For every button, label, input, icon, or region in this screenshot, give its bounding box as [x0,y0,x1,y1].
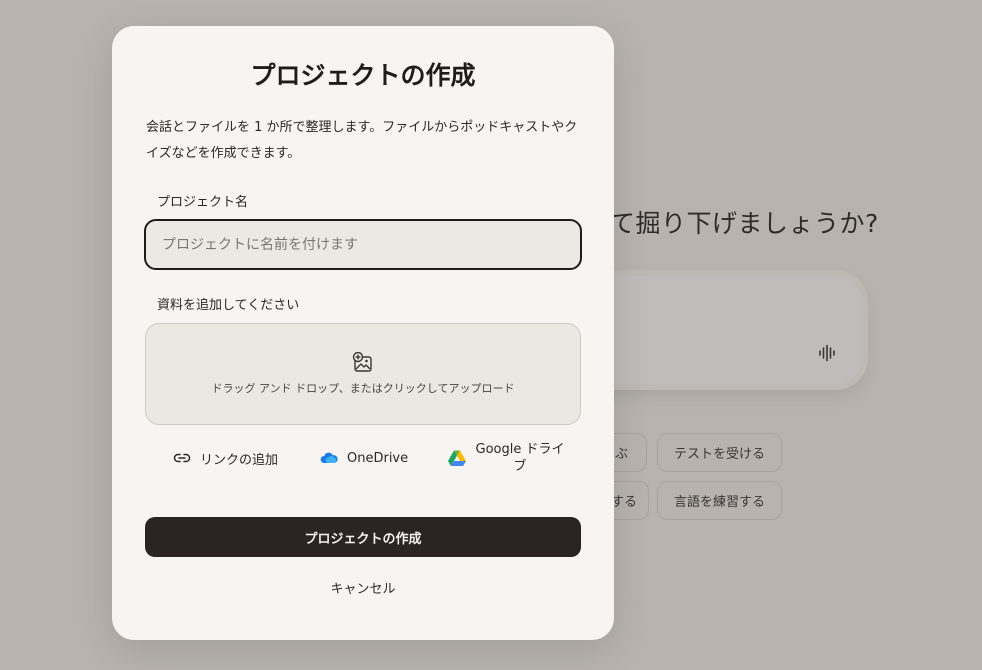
background-chip: 言語を練習する [657,481,783,520]
onedrive-button[interactable]: OneDrive [319,438,408,478]
file-dropzone[interactable]: ドラッグ アンド ドロップ、またはクリックしてアップロード [145,323,581,425]
dialog-description: 会話とファイルを 1 か所で整理します。ファイルからポッドキャストやクイズなどを… [146,120,578,161]
project-name-input[interactable] [144,219,582,270]
materials-label: 資料を追加してください [157,298,300,313]
add-image-icon [352,352,372,372]
onedrive-icon [320,452,338,463]
background-chip-label: 言語を練習する [674,495,766,510]
google-drive-icon [448,450,466,466]
add-link-button[interactable]: リンクの追加 [172,438,278,478]
add-link-label: リンクの追加 [200,452,279,468]
background-chip: テストを受ける [657,433,783,472]
create-project-dialog: プロジェクトの作成 会話とファイルを 1 か所で整理します。ファイルからポッドキ… [112,26,614,640]
onedrive-label: OneDrive [347,450,409,466]
create-project-button[interactable]: プロジェクトの作成 [145,517,581,557]
google-drive-button[interactable]: Google ドライブ [447,438,565,478]
link-icon [173,453,191,463]
cancel-button[interactable]: キャンセル [303,575,423,599]
background-chip-label: テストを受ける [674,447,766,462]
background-chip-label: する [611,495,638,510]
dropzone-text: ドラッグ アンド ドロップ、またはクリックしてアップロード [211,382,515,395]
background-chip-label: ぶ [615,447,629,462]
voice-waveform-icon [819,344,835,362]
background-heading: て掘り下げましょうか? [610,209,879,238]
dialog-title: プロジェクトの作成 [250,61,476,90]
google-drive-label: Google ドライブ [475,442,565,474]
project-name-label: プロジェクト名 [157,195,249,210]
